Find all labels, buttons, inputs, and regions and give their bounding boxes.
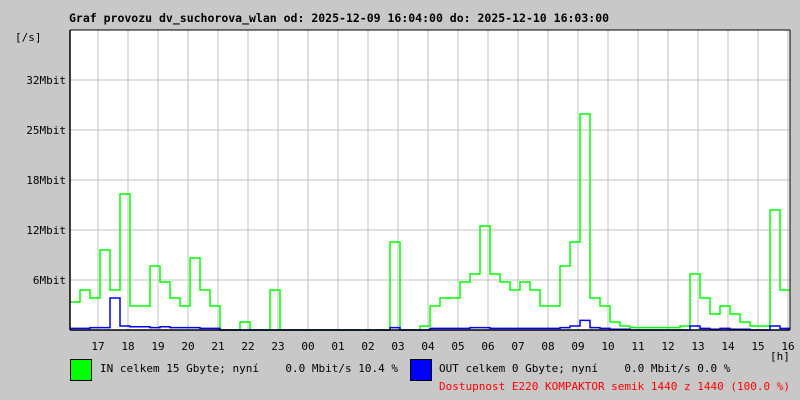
x-tick-label: 07 [511, 340, 524, 353]
x-tick-label: 14 [721, 340, 735, 353]
x-tick-label: 02 [361, 340, 374, 353]
x-tick-label: 19 [151, 340, 164, 353]
y-axis-label: [/s] [15, 31, 42, 44]
x-axis-label: [h] [770, 350, 790, 363]
x-tick-label: 06 [481, 340, 494, 353]
y-tick-label: 6Mbit [33, 274, 66, 287]
legend-in-swatch [70, 359, 92, 381]
x-tick-label: 21 [211, 340, 224, 353]
x-tick-label: 18 [121, 340, 134, 353]
x-tick-label: 15 [751, 340, 764, 353]
x-tick-label: 05 [451, 340, 464, 353]
x-tick-label: 03 [391, 340, 404, 353]
x-tick-label: 10 [601, 340, 614, 353]
x-tick-label: 13 [691, 340, 704, 353]
x-tick-label: 00 [301, 340, 314, 353]
legend-in-text: IN celkem 15 Gbyte; nyní 0.0 Mbit/s 10.4… [100, 362, 399, 375]
y-tick-label: 25Mbit [26, 124, 66, 137]
x-tick-label: 17 [91, 340, 104, 353]
y-tick-label: 12Mbit [26, 224, 66, 237]
x-tick-label: 22 [241, 340, 254, 353]
x-tick-label: 01 [331, 340, 344, 353]
x-tick-label: 20 [181, 340, 194, 353]
legend-out-text: OUT celkem 0 Gbyte; nyní 0.0 Mbit/s 0.0 … [439, 362, 731, 375]
y-tick-label: 32Mbit [26, 74, 66, 87]
y-tick-label: 18Mbit [26, 174, 66, 187]
x-tick-label: 11 [631, 340, 644, 353]
x-tick-label: 12 [661, 340, 674, 353]
x-tick-label: 09 [571, 340, 584, 353]
x-tick-label: 23 [271, 340, 284, 353]
availability-text: Dostupnost E220 KOMPAKTOR semik 1440 z 1… [439, 380, 790, 393]
x-tick-label: 08 [541, 340, 554, 353]
legend-out-swatch [410, 359, 432, 381]
traffic-chart: 6Mbit 12Mbit 18Mbit 25Mbit 32Mbit 17 18 19 20 21 2… [15, 29, 795, 363]
x-tick-label: 04 [421, 340, 435, 353]
